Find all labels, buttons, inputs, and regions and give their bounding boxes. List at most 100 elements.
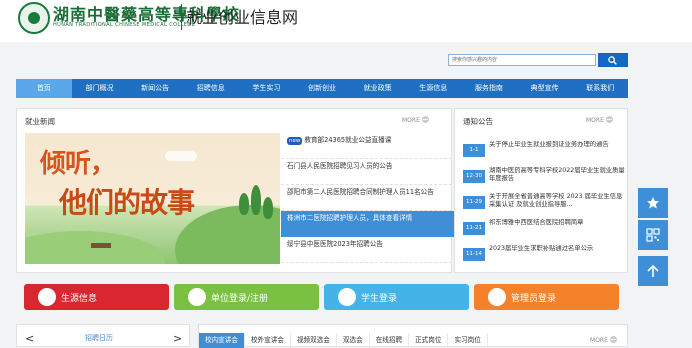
notice-title: 关于停止毕业生就业报到证业务办理的通告	[489, 141, 609, 148]
tab-online-recruitment[interactable]: 在线招聘	[370, 333, 410, 348]
site-header: 湖南中醫藥高等專科學校 HUNAN TRADITIONAL CHINESE ME…	[0, 0, 692, 42]
search-button[interactable]	[598, 53, 628, 67]
news-item[interactable]: 绥宁县中医医院2023年招聘公告	[281, 237, 462, 263]
notice-panel: 通知公告 MORE 1-1 关于停止毕业生就业报到证业务办理的通告 12-30 …	[454, 108, 628, 273]
nav-item-policy[interactable]: 就业政策	[350, 79, 406, 98]
nav-item-showcase[interactable]: 典型宣传	[517, 79, 573, 98]
nav-item-contact[interactable]: 联系我们	[572, 79, 628, 98]
notice-date-badge: 11-29	[463, 196, 485, 209]
nav-item-recruitment[interactable]: 招聘信息	[183, 79, 239, 98]
more-icon	[421, 116, 429, 123]
main-nav: 首页 部门概况 新闻公告 招聘信息 学生实习 创新创业 就业政策 生源信息 服务…	[16, 79, 628, 98]
calendar-next-button[interactable]: >	[173, 333, 182, 344]
tab-full-time-jobs[interactable]: 正式岗位	[409, 333, 449, 348]
student-source-button[interactable]: 生源信息	[24, 284, 169, 310]
qrcode-float-button[interactable]	[638, 220, 668, 250]
banner-headline-1: 倾听，	[40, 149, 116, 179]
student-icon	[338, 288, 356, 306]
recruitment-tabs-panel: 校内宣讲会 校外宣讲会 视频双选会 双选会 在线招聘 正式岗位 实习岗位 MOR…	[198, 324, 628, 348]
notice-date-badge: 11-21	[463, 222, 485, 235]
nav-item-service-guide[interactable]: 服务指南	[461, 79, 517, 98]
news-more-link[interactable]: MORE	[402, 116, 429, 124]
calendar-prev-button[interactable]: <	[25, 333, 34, 344]
employer-icon	[188, 288, 206, 306]
tab-off-campus-talk[interactable]: 校外宣讲会	[245, 333, 291, 348]
banner-tree	[251, 185, 261, 215]
student-login-button[interactable]: 学生登录	[324, 284, 469, 310]
more-icon	[609, 336, 617, 343]
back-to-top-button[interactable]	[638, 256, 668, 286]
news-item-title: 绥宁县中医医院2023年招聘公告	[287, 240, 383, 248]
quick-link-label: 生源信息	[61, 294, 98, 304]
notice-title: 关于开展全省普通高等学校 2023 届毕业生信息采集认证 及就业创业指导服...	[489, 193, 623, 208]
more-icon	[605, 116, 613, 123]
news-item[interactable]: 石门县人民医院招聘见习人员的公告	[281, 159, 462, 185]
nav-item-student-source[interactable]: 生源信息	[405, 79, 461, 98]
news-item-title: 石门县人民医院招聘见习人员的公告	[287, 162, 393, 170]
news-item-title: 邵阳市第二人民医院招聘合同制护理人员11名公告	[287, 188, 434, 196]
student-source-icon	[38, 288, 56, 306]
news-item-title: 教育部24365就业公益直播课	[304, 136, 392, 144]
news-list: new 教育部24365就业公益直播课 石门县人民医院招聘见习人员的公告 邵阳市第…	[281, 133, 462, 263]
employment-news-panel: 就业新闻 MORE 倾听， 他们的故事 new 教育部24365就业公益直播课 石…	[16, 108, 462, 273]
employer-login-button[interactable]: 单位登录/注册	[174, 284, 319, 310]
notice-title: 湖南中医药高等专科学校2022届毕业生就业质量年度报告	[489, 167, 625, 182]
recruit-more-label: MORE	[590, 337, 608, 344]
notice-title: 2023届毕业生求职补贴通过名单公示	[489, 245, 594, 252]
site-title: 就业创业信息网	[186, 8, 299, 27]
calendar-title: 招聘日历	[85, 334, 113, 342]
star-icon	[647, 197, 659, 209]
notice-more-label: MORE	[586, 117, 604, 124]
banner-tree	[239, 193, 249, 215]
news-item-active[interactable]: 株洲市二医院招聘护理人员，具体查看详情	[281, 211, 462, 237]
recruitment-tabs: 校内宣讲会 校外宣讲会 视频双选会 双选会 在线招聘 正式岗位 实习岗位	[199, 333, 488, 348]
news-banner-image[interactable]: 倾听， 他们的故事	[25, 133, 280, 264]
notice-item[interactable]: 11-14 2023届毕业生求职补贴通过名单公示	[463, 245, 625, 269]
quick-link-label: 学生登录	[361, 294, 398, 304]
notice-date-badge: 11-14	[463, 248, 485, 261]
news-item-title: 株洲市二医院招聘护理人员，具体查看详情	[287, 214, 413, 222]
school-emblem-logo[interactable]	[18, 2, 50, 34]
search-input[interactable]	[448, 54, 596, 66]
notice-item[interactable]: 12-30 湖南中医药高等专科学校2022届毕业生就业质量年度报告	[463, 167, 625, 191]
notice-title: 祁东博雅中西医结合医院招聘简章	[489, 219, 584, 226]
news-panel-title: 就业新闻	[25, 117, 55, 126]
nav-item-departments[interactable]: 部门概况	[72, 79, 128, 98]
banner-tree	[263, 197, 273, 219]
notice-more-link[interactable]: MORE	[586, 116, 613, 124]
notice-item[interactable]: 1-1 关于停止毕业生就业报到证业务办理的通告	[463, 141, 625, 165]
notice-item[interactable]: 11-21 祁东博雅中西医结合医院招聘简章	[463, 219, 625, 243]
recruit-more-link[interactable]: MORE	[590, 336, 617, 344]
notice-item[interactable]: 11-29 关于开展全省普通高等学校 2023 届毕业生信息采集认证 及就业创业…	[463, 193, 625, 217]
tab-video-fair[interactable]: 视频双选会	[291, 333, 337, 348]
news-more-label: MORE	[402, 117, 420, 124]
logo-divider	[181, 4, 182, 30]
notice-date-badge: 1-1	[463, 144, 485, 157]
nav-item-internship[interactable]: 学生实习	[239, 79, 295, 98]
nav-item-home[interactable]: 首页	[16, 79, 72, 98]
nav-item-news[interactable]: 新闻公告	[127, 79, 183, 98]
notice-date-badge: 12-30	[463, 170, 485, 183]
banner-headline-2: 他们的故事	[59, 186, 195, 219]
tab-on-campus-talk[interactable]: 校内宣讲会	[199, 333, 245, 348]
search-bar	[448, 53, 628, 67]
tab-internship-jobs[interactable]: 实习岗位	[448, 333, 488, 348]
arrow-up-icon	[647, 264, 659, 277]
banner-bench	[91, 243, 111, 248]
tab-job-fair[interactable]: 双选会	[337, 333, 370, 348]
new-badge: new	[287, 137, 303, 145]
news-item[interactable]: 邵阳市第二人民医院招聘合同制护理人员11名公告	[281, 185, 462, 211]
search-icon	[608, 56, 617, 65]
qrcode-icon	[646, 228, 660, 242]
nav-item-innovation[interactable]: 创新创业	[294, 79, 350, 98]
school-name-english: HUNAN TRADITIONAL CHINESE MEDICAL COLLEG…	[53, 22, 196, 28]
favorite-float-button[interactable]	[638, 188, 668, 218]
banner-cloud	[165, 151, 197, 161]
news-item[interactable]: new 教育部24365就业公益直播课	[281, 133, 462, 159]
notice-panel-title: 通知公告	[463, 117, 493, 126]
quick-link-label: 单位登录/注册	[211, 294, 269, 304]
recruitment-calendar: < 招聘日历 >	[16, 324, 190, 347]
admin-login-button[interactable]: 管理员登录	[474, 284, 619, 310]
quick-link-label: 管理员登录	[511, 294, 557, 304]
admin-icon	[488, 288, 506, 306]
